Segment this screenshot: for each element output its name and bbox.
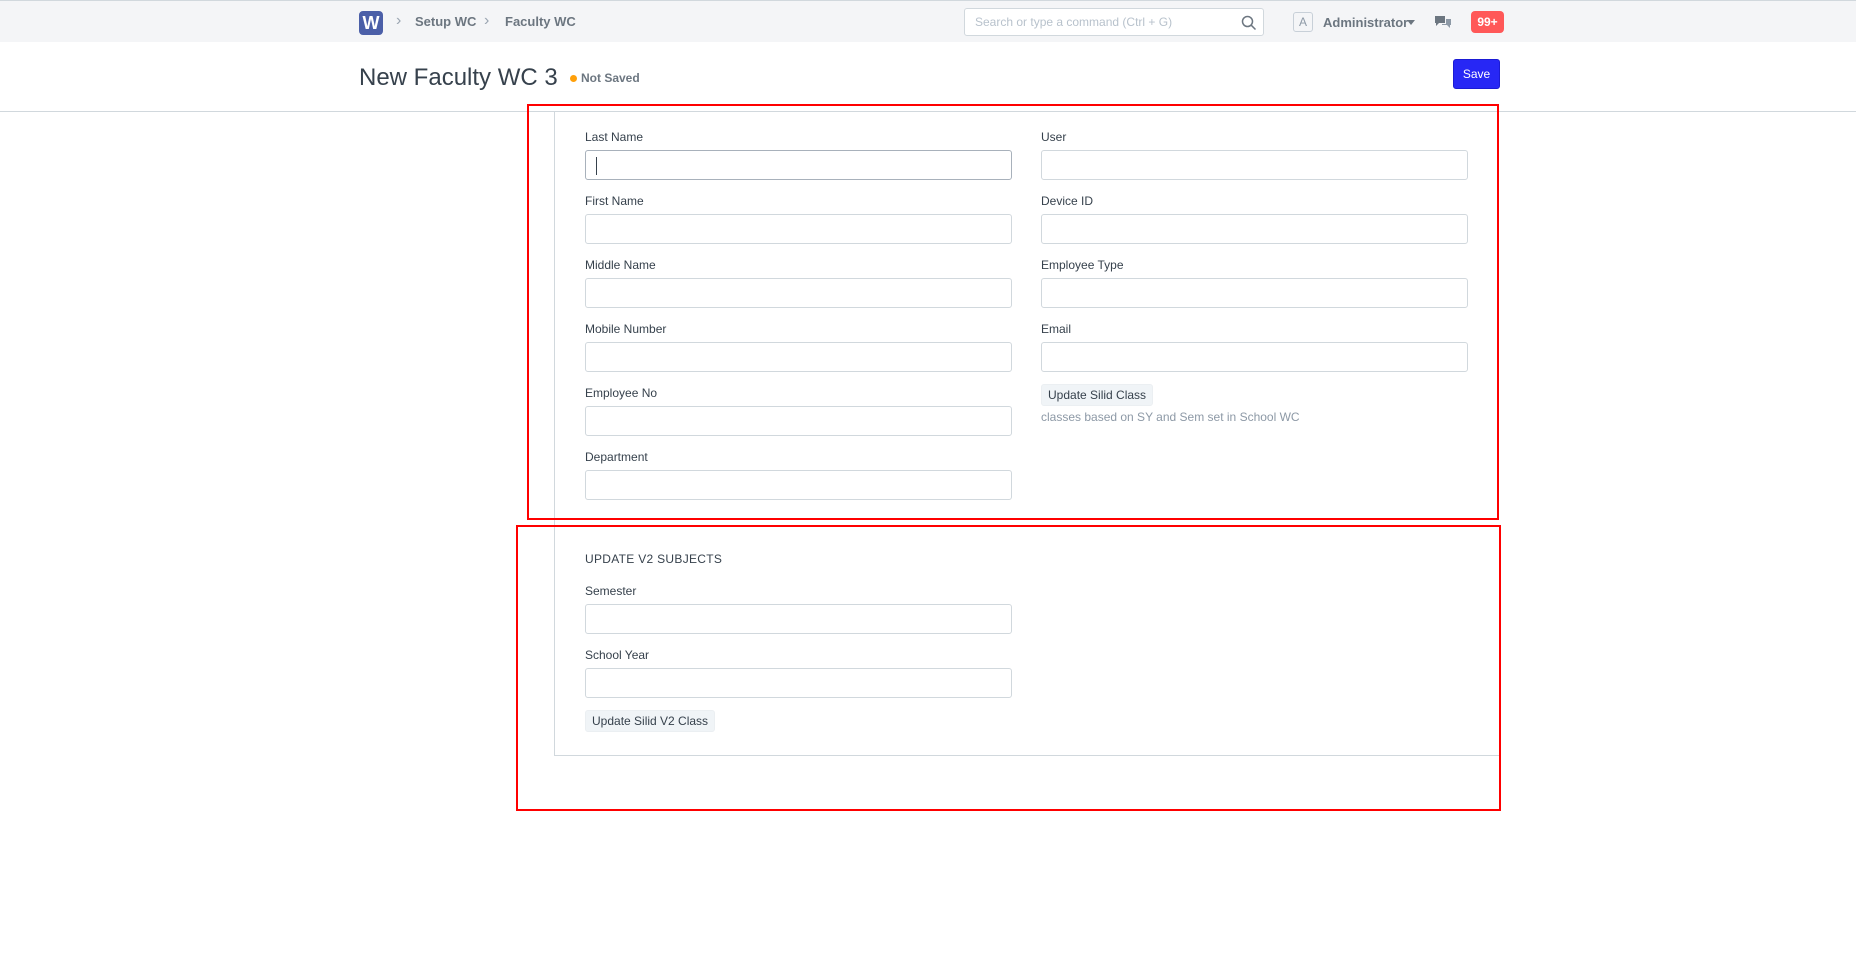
annotation-box [527, 104, 1499, 520]
page-title: New Faculty WC 3 [359, 64, 558, 91]
chat-icon[interactable] [1434, 14, 1452, 30]
chevron-right-icon: › [484, 12, 490, 29]
notification-badge[interactable]: 99+ [1471, 11, 1504, 33]
chevron-down-icon[interactable] [1407, 20, 1415, 25]
annotation-box [516, 525, 1501, 811]
search-bar[interactable] [964, 8, 1264, 36]
save-button[interactable]: Save [1453, 59, 1500, 89]
search-icon[interactable] [1241, 15, 1257, 31]
search-input[interactable] [975, 15, 1235, 29]
status-badge: Not Saved [581, 71, 640, 85]
breadcrumb-setup-wc[interactable]: Setup WC [415, 14, 476, 29]
breadcrumb-faculty-wc[interactable]: Faculty WC [505, 14, 576, 29]
app-logo[interactable]: W [359, 11, 383, 35]
status-dot-icon [570, 75, 577, 82]
avatar[interactable]: A [1293, 12, 1313, 32]
chevron-right-icon: › [396, 12, 402, 29]
navbar: W › Setup WC › Faculty WC A Administrato… [0, 0, 1856, 42]
user-menu-name[interactable]: Administrator [1323, 15, 1408, 30]
page-header: New Faculty WC 3 Not Saved Save [0, 42, 1856, 112]
